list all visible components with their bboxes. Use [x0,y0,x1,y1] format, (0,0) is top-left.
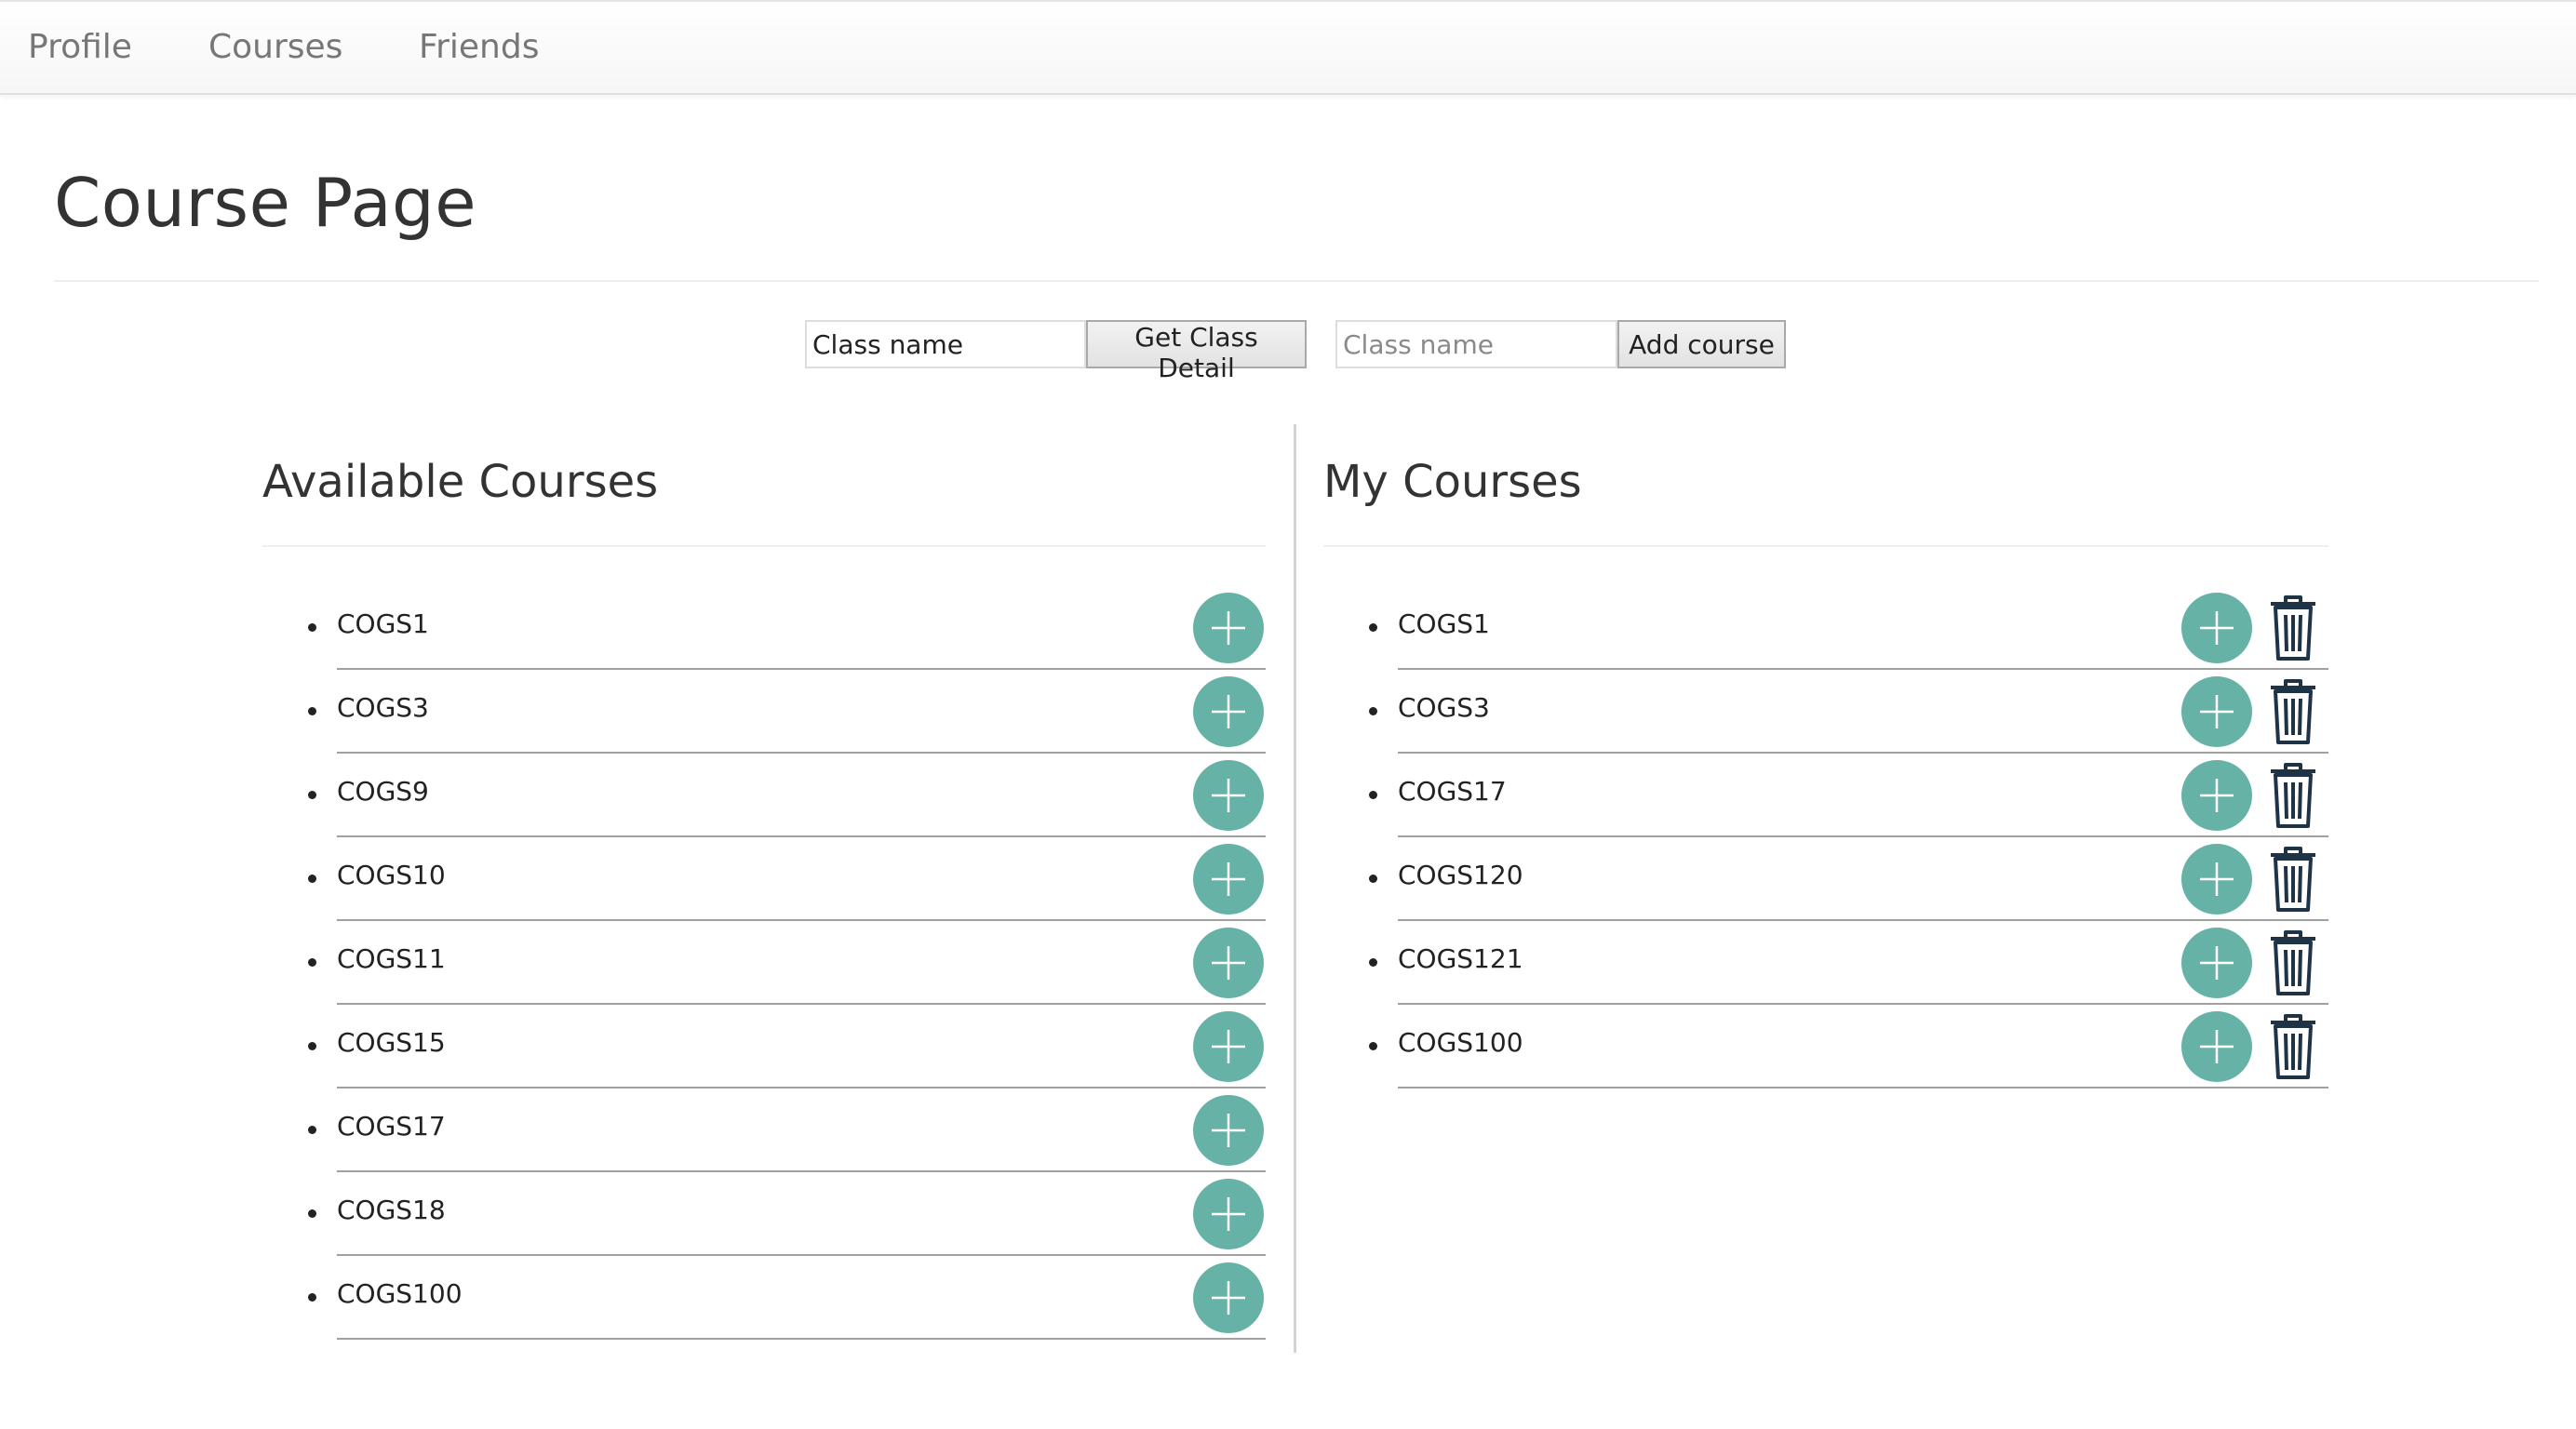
column-divider [1294,424,1296,1353]
trash-icon[interactable] [2267,676,2319,747]
course-name: COGS121 [1398,943,1523,974]
course-list-item: COGS3 [1369,670,2328,754]
trash-icon[interactable] [2267,593,2319,663]
course-list-item: COGS15 [308,1005,1266,1088]
course-list-item: COGS1 [308,586,1266,670]
my-courses-title: My Courses [1323,456,1582,508]
list-bullet [308,1293,316,1302]
list-bullet [1369,791,1377,799]
course-list-item: COGS11 [308,921,1266,1005]
course-name: COGS11 [337,943,446,974]
course-list-item: COGS120 [1369,837,2328,921]
course-name: COGS1 [337,608,429,639]
add-course-icon[interactable] [2181,928,2252,998]
list-bullet [308,1209,316,1218]
add-course-icon[interactable] [1193,1095,1264,1166]
add-course-button[interactable]: Add course [1617,320,1786,368]
course-name: COGS3 [1398,692,1490,723]
course-list-item: COGS17 [308,1088,1266,1172]
course-list-item: COGS3 [308,670,1266,754]
course-list-item: COGS100 [308,1256,1266,1340]
list-bullet [308,791,316,799]
title-divider [54,280,2539,282]
add-course-icon[interactable] [2181,676,2252,747]
list-item-divider [1398,1087,2328,1088]
add-course-icon[interactable] [1193,1262,1264,1333]
add-course-icon[interactable] [1193,760,1264,831]
class-detail-input[interactable] [805,320,1086,368]
trash-icon[interactable] [2267,1011,2319,1082]
course-name: COGS100 [337,1278,463,1309]
course-name: COGS17 [1398,776,1507,807]
course-name: COGS15 [337,1027,446,1058]
trash-icon[interactable] [2267,844,2319,915]
add-course-icon[interactable] [1193,676,1264,747]
nav-link-profile[interactable]: Profile [28,28,132,66]
list-bullet [308,1126,316,1134]
list-item-divider [337,1338,1266,1340]
add-course-icon[interactable] [2181,760,2252,831]
top-navbar: Profile Courses Friends [0,0,2576,95]
course-name: COGS18 [337,1195,446,1225]
add-course-input[interactable] [1335,320,1617,368]
course-name: COGS9 [337,776,429,807]
add-course-icon[interactable] [2181,844,2252,915]
course-name: COGS3 [337,692,429,723]
add-course-icon[interactable] [1193,844,1264,915]
page-title: Course Page [54,164,477,242]
course-name: COGS17 [337,1111,446,1142]
trash-icon[interactable] [2267,928,2319,998]
list-bullet [308,875,316,883]
course-name: COGS10 [337,860,446,890]
course-list-item: COGS17 [1369,754,2328,837]
add-course-icon[interactable] [1193,928,1264,998]
course-name: COGS120 [1398,860,1523,890]
get-class-detail-button[interactable]: Get Class Detail [1086,320,1307,383]
list-bullet [308,623,316,632]
course-list-item: COGS100 [1369,1005,2328,1088]
add-course-icon[interactable] [2181,1011,2252,1082]
available-courses-list: COGS1 COGS3 COGS9 COGS10 COGS11 COGS15 COGS17 C… [308,586,1266,1340]
course-name: COGS100 [1398,1027,1523,1058]
list-bullet [308,1042,316,1050]
list-bullet [1369,1042,1377,1050]
list-bullet [308,958,316,967]
available-courses-title: Available Courses [262,456,659,508]
list-bullet [1369,623,1377,632]
list-bullet [308,707,316,715]
list-bullet [1369,707,1377,715]
course-list-item: COGS9 [308,754,1266,837]
add-course-icon[interactable] [1193,1011,1264,1082]
add-course-icon[interactable] [1193,1179,1264,1249]
nav-link-friends[interactable]: Friends [419,28,539,66]
course-list-item: COGS121 [1369,921,2328,1005]
course-list-item: COGS1 [1369,586,2328,670]
course-list-item: COGS18 [308,1172,1266,1256]
course-list-item: COGS10 [308,837,1266,921]
list-bullet [1369,958,1377,967]
available-courses-divider [262,545,1266,547]
course-name: COGS1 [1398,608,1490,639]
add-course-icon[interactable] [1193,593,1264,663]
my-courses-list: COGS1 COGS3 COGS17 COGS120 COGS121 COGS100 [1369,586,2328,1088]
add-course-icon[interactable] [2181,593,2252,663]
my-courses-divider [1323,545,2328,547]
trash-icon[interactable] [2267,760,2319,831]
nav-link-courses[interactable]: Courses [208,28,342,66]
list-bullet [1369,875,1377,883]
